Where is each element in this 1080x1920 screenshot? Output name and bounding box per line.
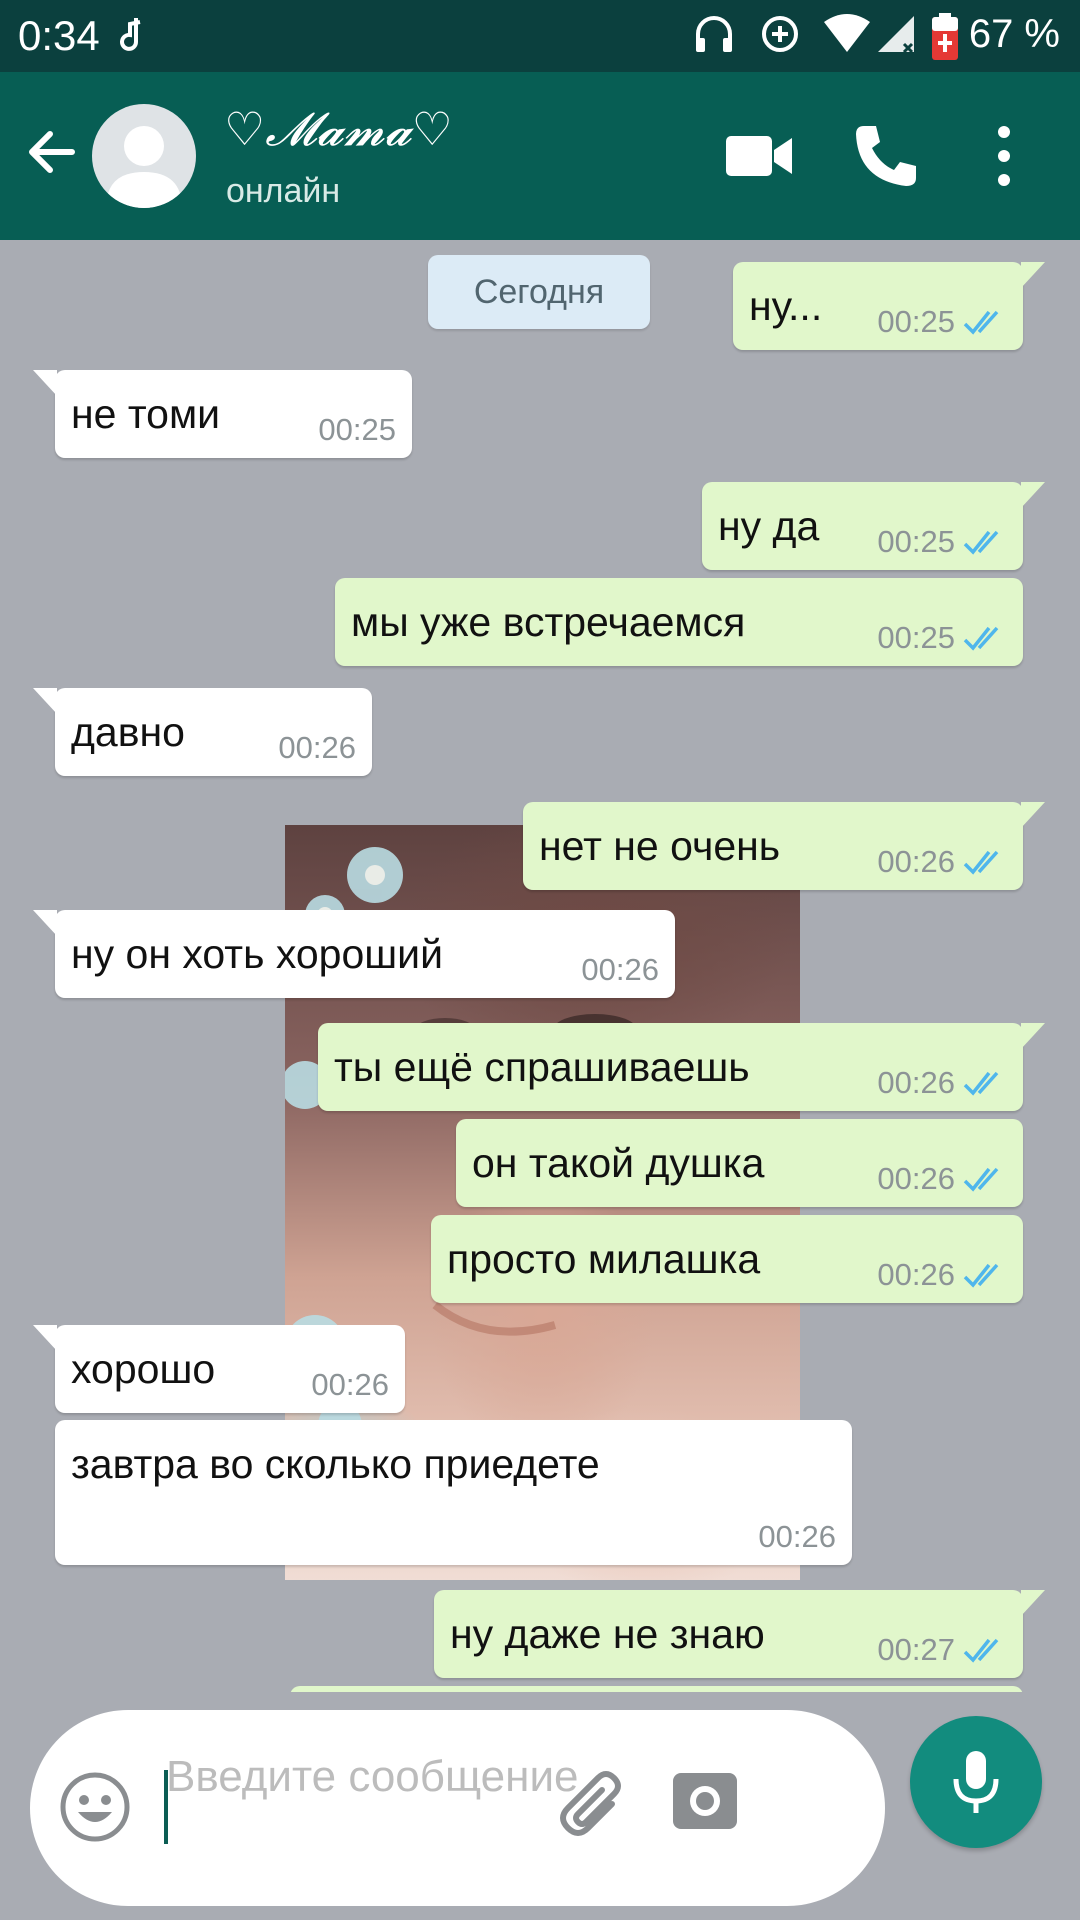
message-text: нет не очень <box>539 823 781 869</box>
message-bubble-incoming[interactable]: завтра во сколько приедете 00:26 <box>55 1420 852 1565</box>
message-bubble-outgoing[interactable]: ты ещё спрашиваешь 00:26 <box>318 1023 1045 1111</box>
music-note-icon <box>120 18 141 51</box>
message-bubble-outgoing[interactable]: мы уже встречаемся 00:25 <box>335 578 1023 666</box>
back-arrow-icon[interactable] <box>22 122 82 182</box>
message-time: 00:26 <box>877 1065 955 1100</box>
date-divider: Сегодня <box>428 255 650 329</box>
read-receipt-icon <box>963 310 999 335</box>
headphones-icon <box>696 16 732 52</box>
message-text: ну да <box>718 503 820 549</box>
data-saver-icon <box>762 16 798 52</box>
message-text: ну даже не знаю <box>450 1611 765 1657</box>
message-text: завтра во сколько приедете <box>71 1441 600 1487</box>
read-receipt-icon <box>963 530 999 555</box>
read-receipt-icon <box>963 1263 999 1288</box>
battery-percent: 67 % <box>968 12 1060 56</box>
message-time: 00:26 <box>278 730 356 765</box>
message-bubble-incoming[interactable]: не томи 00:25 <box>33 370 412 458</box>
read-receipt-icon <box>963 1638 999 1663</box>
message-time: 00:25 <box>318 412 396 447</box>
chat-header: ♡𝓜𝓪𝓶𝓪♡ онлайн <box>0 72 1080 240</box>
message-composer: Введите сообщение <box>30 1710 885 1906</box>
message-time: 00:26 <box>758 1519 836 1554</box>
status-bar: 0:34 67 % <box>0 0 1080 72</box>
status-time: 0:34 <box>18 12 100 59</box>
camera-icon[interactable] <box>670 1765 740 1835</box>
avatar-placeholder-icon <box>106 126 182 208</box>
avatar[interactable] <box>92 104 196 208</box>
message-bubble-outgoing[interactable]: нет не очень 00:26 <box>523 802 1045 890</box>
message-list[interactable]: Сегодня ну... 00:25 не томи 00:25 ну да … <box>0 240 1080 1692</box>
more-vert-icon[interactable] <box>966 118 1042 194</box>
message-bubble-outgoing[interactable]: ну... 00:25 <box>733 262 1045 350</box>
paperclip-icon[interactable] <box>550 1762 640 1852</box>
microphone-icon <box>953 1751 999 1813</box>
message-time: 00:26 <box>877 844 955 879</box>
emoji-icon[interactable] <box>58 1770 132 1844</box>
message-bubble-outgoing[interactable]: ну даже не знаю 00:27 <box>434 1590 1045 1678</box>
message-time: 00:25 <box>877 524 955 559</box>
message-bubble-incoming[interactable]: ну он хоть хороший 00:26 <box>33 910 675 998</box>
wifi-icon <box>824 14 870 52</box>
message-text: не томи <box>71 391 221 437</box>
message-bubble-outgoing[interactable]: он такой душка 00:26 <box>456 1119 1023 1207</box>
read-receipt-icon <box>963 1167 999 1192</box>
message-bubble-incoming[interactable]: давно 00:26 <box>33 688 372 776</box>
contact-status: онлайн <box>226 172 341 210</box>
message-time: 00:26 <box>581 952 659 987</box>
message-time: 00:26 <box>877 1257 955 1292</box>
message-text: ну он хоть хороший <box>71 931 443 977</box>
contact-name[interactable]: ♡𝓜𝓪𝓶𝓪♡ <box>224 102 453 158</box>
read-receipt-icon <box>963 1071 999 1096</box>
battery-icon <box>932 13 958 60</box>
read-receipt-icon <box>963 850 999 875</box>
message-bubble-outgoing[interactable]: ну да 00:25 <box>702 482 1045 570</box>
message-text: ну... <box>749 283 823 329</box>
message-text: просто милашка <box>447 1236 761 1282</box>
message-text: давно <box>71 709 185 755</box>
phone-call-icon[interactable] <box>848 118 924 194</box>
message-time: 00:26 <box>877 1161 955 1196</box>
video-call-icon[interactable] <box>720 118 796 194</box>
read-receipt-icon <box>963 626 999 651</box>
message-bubble-incoming[interactable]: хорошо 00:26 <box>33 1325 405 1413</box>
message-text: он такой душка <box>472 1140 765 1186</box>
voice-record-button[interactable] <box>910 1716 1042 1848</box>
message-text: хорошо <box>71 1346 216 1392</box>
message-bubble-outgoing[interactable]: просто милашка 00:26 <box>431 1215 1023 1303</box>
message-text: ты ещё спрашиваешь <box>334 1044 750 1090</box>
message-time: 00:25 <box>877 620 955 655</box>
message-time: 00:27 <box>877 1632 955 1667</box>
message-input[interactable]: Введите сообщение <box>166 1746 586 1808</box>
message-bubble-partial[interactable] <box>290 1686 1023 1692</box>
message-time: 00:25 <box>877 304 955 339</box>
message-time: 00:26 <box>311 1367 389 1402</box>
signal-icon <box>878 16 914 54</box>
message-text: мы уже встречаемся <box>351 599 746 645</box>
